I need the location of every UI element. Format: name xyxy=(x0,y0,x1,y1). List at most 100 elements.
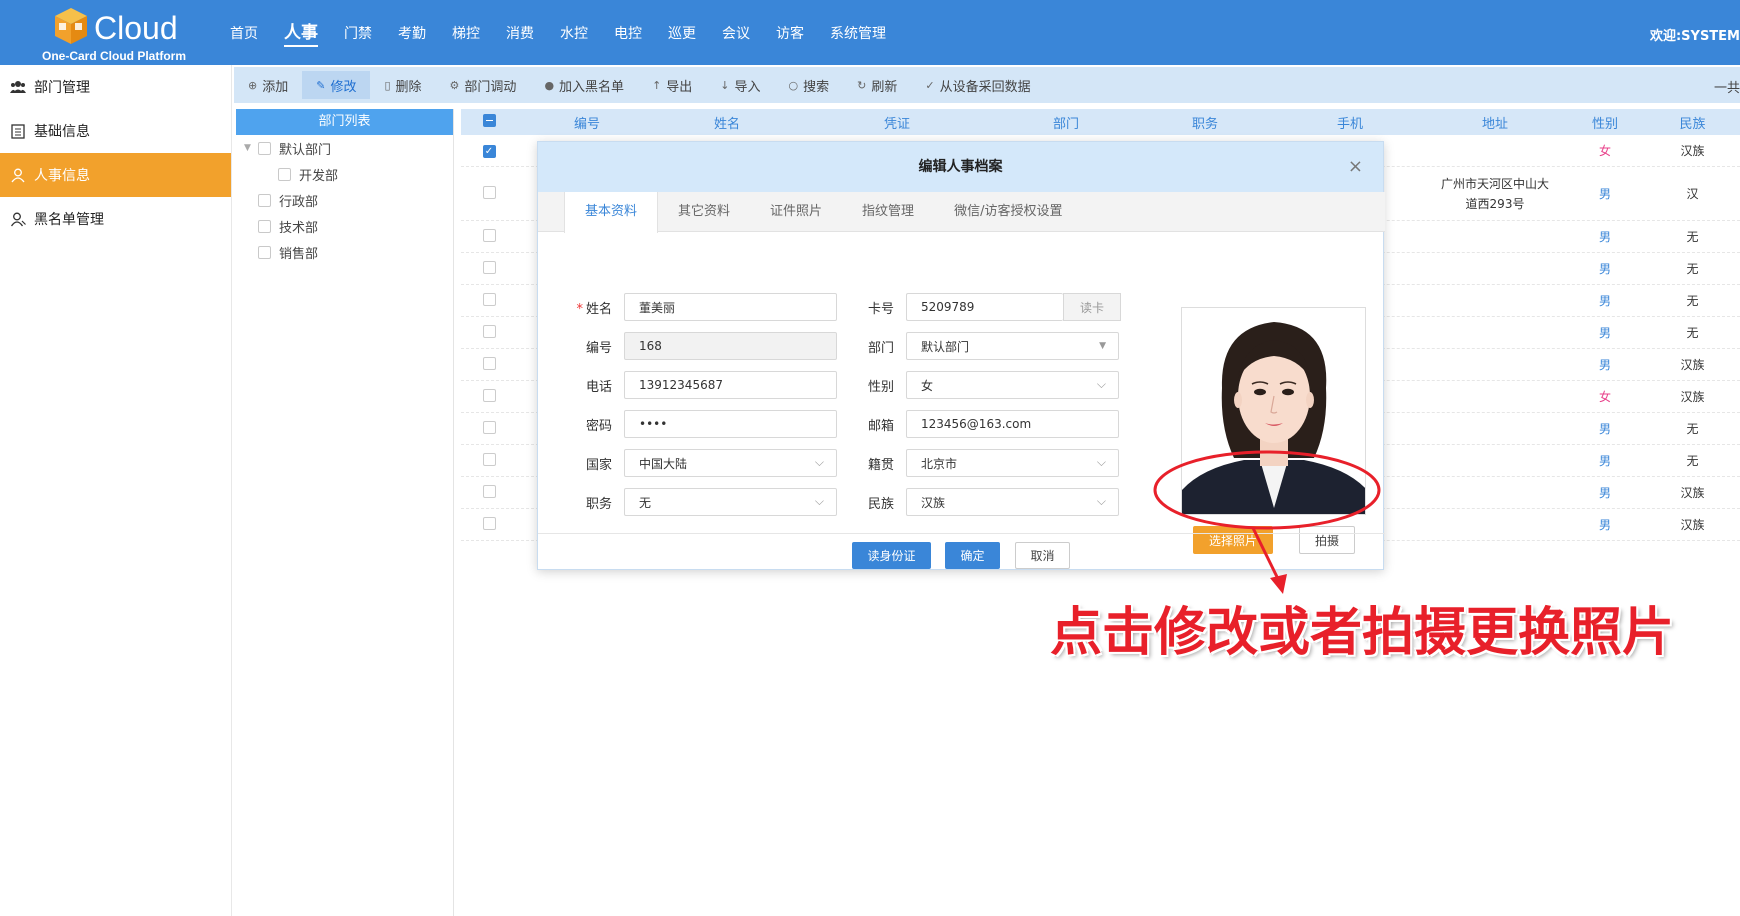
close-icon[interactable]: × xyxy=(1348,142,1363,192)
password-field[interactable]: •••• xyxy=(624,410,837,438)
sidebar-item-personnel[interactable]: 人事信息 xyxy=(0,153,231,197)
dept-transfer-button[interactable]: ⚙ 部门调动 xyxy=(436,71,531,99)
tree-item-admin[interactable]: 行政部 xyxy=(236,187,453,213)
tab-other[interactable]: 其它资料 xyxy=(658,192,750,232)
delete-label: 删除 xyxy=(395,79,422,95)
col-name[interactable]: 姓名 xyxy=(657,113,797,132)
export-button[interactable]: ↑ 导出 xyxy=(638,71,706,99)
nav-elevator[interactable]: 梯控 xyxy=(452,23,480,43)
tree-item-label: 技术部 xyxy=(279,220,319,236)
read-id-card-button[interactable]: 读身份证 xyxy=(852,542,931,569)
position-label: 职务 xyxy=(585,496,612,512)
nav-system[interactable]: 系统管理 xyxy=(830,23,886,43)
nav-water[interactable]: 水控 xyxy=(560,23,588,43)
col-gender[interactable]: 性别 xyxy=(1565,113,1645,132)
refresh-button[interactable]: ↻ 刷新 xyxy=(843,71,911,99)
ethnic-select[interactable]: 汉族 ⌵ xyxy=(906,488,1119,516)
row-select-cell xyxy=(461,228,517,245)
row-checkbox[interactable] xyxy=(482,260,496,274)
list-icon xyxy=(10,123,26,139)
col-position[interactable]: 职务 xyxy=(1135,113,1275,132)
nav-home[interactable]: 首页 xyxy=(230,23,258,43)
gender-cell: 男 xyxy=(1598,262,1611,276)
delete-button[interactable]: ▯ 删除 xyxy=(370,71,435,99)
search-button[interactable]: ○ 搜索 xyxy=(775,71,844,99)
nav-visitor[interactable]: 访客 xyxy=(776,23,804,43)
position-select[interactable]: 无 ⌵ xyxy=(624,488,837,516)
import-icon: ↓ xyxy=(720,78,730,92)
confirm-button[interactable]: 确定 xyxy=(945,542,1000,569)
read-card-button[interactable]: 读卡 xyxy=(1063,293,1121,321)
nav-power[interactable]: 电控 xyxy=(614,23,642,43)
row-checkbox[interactable] xyxy=(482,356,496,370)
tree-checkbox[interactable] xyxy=(258,193,271,207)
fetch-device-data-label: 从设备采回数据 xyxy=(939,79,1031,95)
nav-patrol[interactable]: 巡更 xyxy=(668,23,696,43)
tab-basic[interactable]: 基本资料 xyxy=(564,192,659,233)
name-field[interactable]: 董美丽 xyxy=(624,293,837,321)
form-row-phone: 电话 13912345687 xyxy=(538,371,837,399)
phone-field[interactable]: 13912345687 xyxy=(624,371,837,399)
tab-fingerprint[interactable]: 指纹管理 xyxy=(842,192,934,232)
tree-item-default[interactable]: ▼ 默认部门 xyxy=(236,135,453,161)
native-place-select[interactable]: 北京市 ⌵ xyxy=(906,449,1119,477)
nav-attendance[interactable]: 考勤 xyxy=(398,23,426,43)
sidebar-item-basic[interactable]: 基础信息 xyxy=(0,109,231,153)
import-button[interactable]: ↓ 导入 xyxy=(706,71,774,99)
nav-personnel[interactable]: 人事 xyxy=(284,18,318,47)
nav-consumption[interactable]: 消费 xyxy=(506,23,534,43)
row-checkbox[interactable] xyxy=(482,516,496,530)
row-checkbox[interactable] xyxy=(482,185,496,199)
row-checkbox[interactable] xyxy=(482,228,496,242)
col-dept[interactable]: 部门 xyxy=(997,113,1135,132)
add-button[interactable]: ⊕ 添加 xyxy=(234,71,302,99)
col-phone[interactable]: 手机 xyxy=(1275,113,1425,132)
tree-checkbox[interactable] xyxy=(258,219,271,233)
row-checkbox[interactable]: ✓ xyxy=(482,145,496,158)
edit-button[interactable]: ✎ 修改 xyxy=(302,71,371,99)
gender-label: 性别 xyxy=(867,379,894,395)
gender-cell: 男 xyxy=(1598,518,1611,532)
gender-select[interactable]: 女 ⌵ xyxy=(906,371,1119,399)
card-field[interactable]: 5209789 xyxy=(906,293,1063,321)
nav-meeting[interactable]: 会议 xyxy=(722,23,750,43)
row-checkbox[interactable] xyxy=(482,484,496,498)
col-address[interactable]: 地址 xyxy=(1425,113,1565,132)
row-checkbox[interactable] xyxy=(482,388,496,402)
col-id[interactable]: 编号 xyxy=(517,113,657,132)
caret-down-icon[interactable]: ▼ xyxy=(244,143,256,153)
row-checkbox[interactable] xyxy=(482,420,496,434)
ethnic-cell: 汉族 xyxy=(1680,144,1705,158)
dept-select[interactable]: 默认部门 ▼ xyxy=(906,332,1119,360)
email-field[interactable]: 123456@163.com xyxy=(906,410,1119,438)
fetch-device-data-button[interactable]: ✓ 从设备采回数据 xyxy=(911,71,1044,99)
col-ethnic[interactable]: 民族 xyxy=(1645,113,1740,132)
top-nav: 首页 人事 门禁 考勤 梯控 消费 水控 电控 巡更 会议 访客 系统管理 xyxy=(230,0,912,65)
row-checkbox[interactable] xyxy=(482,452,496,466)
select-all-checkbox[interactable] xyxy=(482,113,496,127)
tree-item-tech[interactable]: 技术部 xyxy=(236,213,453,239)
row-select-cell xyxy=(461,292,517,309)
sidebar-item-blacklist[interactable]: 黑名单管理 xyxy=(0,197,231,241)
tree-item-dev[interactable]: 开发部 xyxy=(236,161,453,187)
tree-checkbox[interactable] xyxy=(258,245,271,259)
tree-item-sales[interactable]: 销售部 xyxy=(236,239,453,265)
refresh-label: 刷新 xyxy=(871,79,898,95)
dept-tree-panel: 部门列表 ▼ 默认部门 开发部 行政部 技术部 销售部 xyxy=(236,109,454,916)
toolbar: ⊕ 添加 ✎ 修改 ▯ 删除 ⚙ 部门调动 ● 加入黑名单 ↑ 导出 ↓ 导入 ○ 搜索 ↻ 刷新… xyxy=(234,67,1740,103)
blacklist-button[interactable]: ● 加入黑名单 xyxy=(530,71,638,99)
tab-id-photo[interactable]: 证件照片 xyxy=(750,192,842,232)
tree-checkbox[interactable] xyxy=(258,141,271,155)
row-select-cell xyxy=(461,356,517,373)
row-checkbox[interactable] xyxy=(482,292,496,306)
cancel-button[interactable]: 取消 xyxy=(1015,542,1070,569)
sidebar-item-dept[interactable]: 部门管理 xyxy=(0,65,231,109)
tree-checkbox[interactable] xyxy=(278,167,291,181)
country-select[interactable]: 中国大陆 ⌵ xyxy=(624,449,837,477)
nav-access[interactable]: 门禁 xyxy=(344,23,372,43)
add-label: 添加 xyxy=(262,79,289,95)
row-checkbox[interactable] xyxy=(482,324,496,338)
col-credential[interactable]: 凭证 xyxy=(797,113,997,132)
add-icon: ⊕ xyxy=(248,78,258,92)
tab-wechat-auth[interactable]: 微信/访客授权设置 xyxy=(934,192,1082,232)
